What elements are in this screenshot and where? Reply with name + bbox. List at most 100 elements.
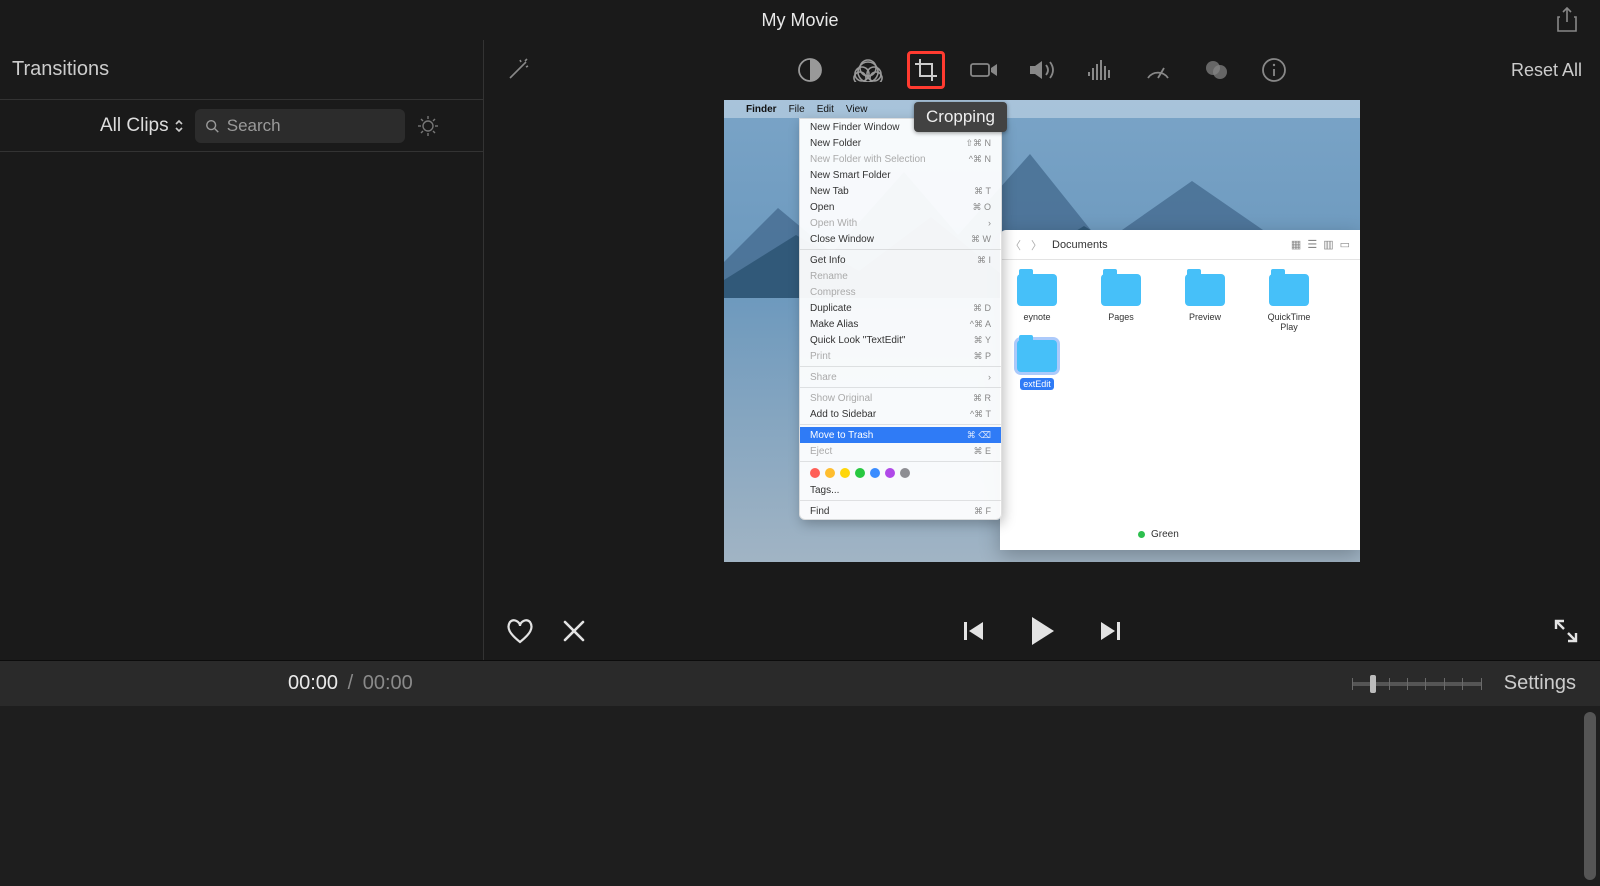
info-icon[interactable] — [1255, 51, 1293, 89]
speed-icon[interactable] — [1139, 51, 1177, 89]
reset-all-button[interactable]: Reset All — [1511, 60, 1582, 81]
zoom-thumb[interactable] — [1370, 675, 1376, 693]
settings-button[interactable]: Settings — [1504, 672, 1576, 695]
tag-dot-green — [1138, 531, 1145, 538]
timecode-duration: 00:00 — [363, 672, 413, 694]
view-icon-list: ☰ — [1307, 238, 1317, 251]
viewer: Cropping Finder File Edit View New — [484, 100, 1600, 602]
file-menu-item: Make Alias^⌘ A — [800, 316, 1001, 332]
finder-item-label: Preview — [1189, 312, 1221, 322]
file-menu-item: Move to Trash⌘ ⌫ — [800, 427, 1001, 443]
finder-back-icon: 〈 — [1010, 237, 1021, 253]
folder-icon — [1101, 274, 1141, 306]
gear-icon[interactable] — [415, 113, 441, 139]
finder-fwd-icon: 〉 — [1031, 237, 1042, 253]
file-menu-item: New Smart Folder — [800, 167, 1001, 183]
folder-icon — [1017, 340, 1057, 372]
finder-body: eynote Pages Preview QuickTime Play — [1000, 260, 1360, 346]
finder-toolbar: 〈 〉 Documents ▦ ☰ ▥ ▭ — [1000, 230, 1360, 260]
mac-menu-finder: Finder — [746, 104, 777, 115]
play-icon[interactable] — [1027, 614, 1057, 648]
clip-filter-icon[interactable] — [1197, 51, 1235, 89]
finder-location: Documents — [1052, 239, 1108, 251]
adjustments-bar: Reset All — [484, 40, 1600, 100]
timecode-current: 00:00 — [288, 672, 338, 694]
view-icon-columns: ▥ — [1323, 238, 1333, 251]
finder-item-label: QuickTime Play — [1266, 312, 1312, 332]
browser-toolbar: All Clips — [0, 100, 483, 152]
share-icon[interactable] — [1556, 7, 1578, 33]
view-icon-grid: ▦ — [1291, 238, 1301, 251]
finder-item-label: Pages — [1108, 312, 1134, 322]
file-menu-item: New Folder⇧⌘ N — [800, 135, 1001, 151]
finder-item-label: eynote — [1023, 312, 1050, 322]
file-menu-item: Get Info⌘ I — [800, 252, 1001, 268]
search-input[interactable] — [227, 116, 395, 136]
timeline[interactable] — [0, 706, 1600, 886]
favorite-icon[interactable] — [504, 616, 536, 646]
browser-panel: Transitions All Clips — [0, 40, 484, 660]
file-menu-item: Find⌘ F — [800, 503, 1001, 519]
folder-icon — [1269, 274, 1309, 306]
crop-icon[interactable] — [907, 51, 945, 89]
finder-view-switch: ▦ ☰ ▥ ▭ — [1291, 238, 1350, 251]
finder-file-menu: New Finder Window⌘ NNew Folder⇧⌘ NNew Fo… — [799, 118, 1002, 520]
mac-menu-file: File — [789, 104, 805, 115]
preview-canvas[interactable]: Cropping Finder File Edit View New — [724, 100, 1360, 562]
file-menu-item: Tags... — [800, 482, 1001, 498]
color-balance-icon[interactable] — [791, 51, 829, 89]
next-icon[interactable] — [1097, 619, 1123, 643]
file-menu-item: Print⌘ P — [800, 348, 1001, 364]
finder-footer: Green — [1138, 529, 1179, 540]
finder-item: QuickTime Play — [1266, 274, 1312, 332]
search-field[interactable] — [195, 109, 405, 143]
finder-item-selected: extEdit — [1014, 340, 1060, 390]
stabilization-icon[interactable] — [965, 51, 1003, 89]
folder-icon — [1185, 274, 1225, 306]
zoom-slider[interactable] — [1352, 682, 1482, 686]
crop-tooltip: Cropping — [914, 102, 1007, 132]
finder-footer-tag: Green — [1151, 529, 1179, 540]
folder-icon — [1017, 274, 1057, 306]
finder-item: eynote — [1014, 274, 1060, 332]
file-menu-item: Quick Look "TextEdit"⌘ Y — [800, 332, 1001, 348]
noise-reduction-icon[interactable] — [1081, 51, 1119, 89]
file-menu-item: Close Window⌘ W — [800, 231, 1001, 247]
file-menu-item: New Folder with Selection^⌘ N — [800, 151, 1001, 167]
titlebar: My Movie — [0, 0, 1600, 40]
timecode: 00:00 / 00:00 — [288, 672, 413, 695]
volume-icon[interactable] — [1023, 51, 1061, 89]
project-title: My Movie — [0, 10, 1600, 31]
file-menu-item: Compress — [800, 284, 1001, 300]
magic-wand-icon[interactable] — [504, 56, 532, 84]
color-correction-icon[interactable] — [849, 51, 887, 89]
file-menu-item: Rename — [800, 268, 1001, 284]
mac-menubar: Finder File Edit View — [724, 100, 1360, 118]
viewer-panel: Reset All Cropping Finder File Edit View — [484, 40, 1600, 660]
finder-item: Preview — [1182, 274, 1228, 332]
file-menu-item: Duplicate⌘ D — [800, 300, 1001, 316]
fullscreen-icon[interactable] — [1552, 617, 1580, 645]
prev-icon[interactable] — [961, 619, 987, 643]
file-menu-item: Eject⌘ E — [800, 443, 1001, 459]
mac-menu-edit: Edit — [817, 104, 834, 115]
file-menu-item: Open With› — [800, 215, 1001, 231]
file-menu-item: Open⌘ O — [800, 199, 1001, 215]
vertical-scrollbar[interactable] — [1584, 712, 1596, 880]
file-menu-item: Add to Sidebar^⌘ T — [800, 406, 1001, 422]
timecode-separator: / — [348, 672, 354, 694]
file-menu-item: New Tab⌘ T — [800, 183, 1001, 199]
browser-body — [0, 152, 483, 660]
search-icon — [205, 118, 219, 134]
browser-header: Transitions — [0, 40, 483, 100]
clips-dropdown[interactable]: All Clips — [100, 115, 185, 137]
reject-icon[interactable] — [560, 617, 588, 645]
file-menu-item: Share› — [800, 369, 1001, 385]
finder-window: 〈 〉 Documents ▦ ☰ ▥ ▭ eynote Pages Preview… — [1000, 230, 1360, 550]
timeline-header: 00:00 / 00:00 Settings — [0, 660, 1600, 706]
chevrons-icon — [173, 118, 185, 134]
view-icon-gallery: ▭ — [1340, 238, 1350, 251]
finder-item: Pages — [1098, 274, 1144, 332]
mac-menu-view: View — [846, 104, 868, 115]
playback-bar — [484, 602, 1600, 660]
